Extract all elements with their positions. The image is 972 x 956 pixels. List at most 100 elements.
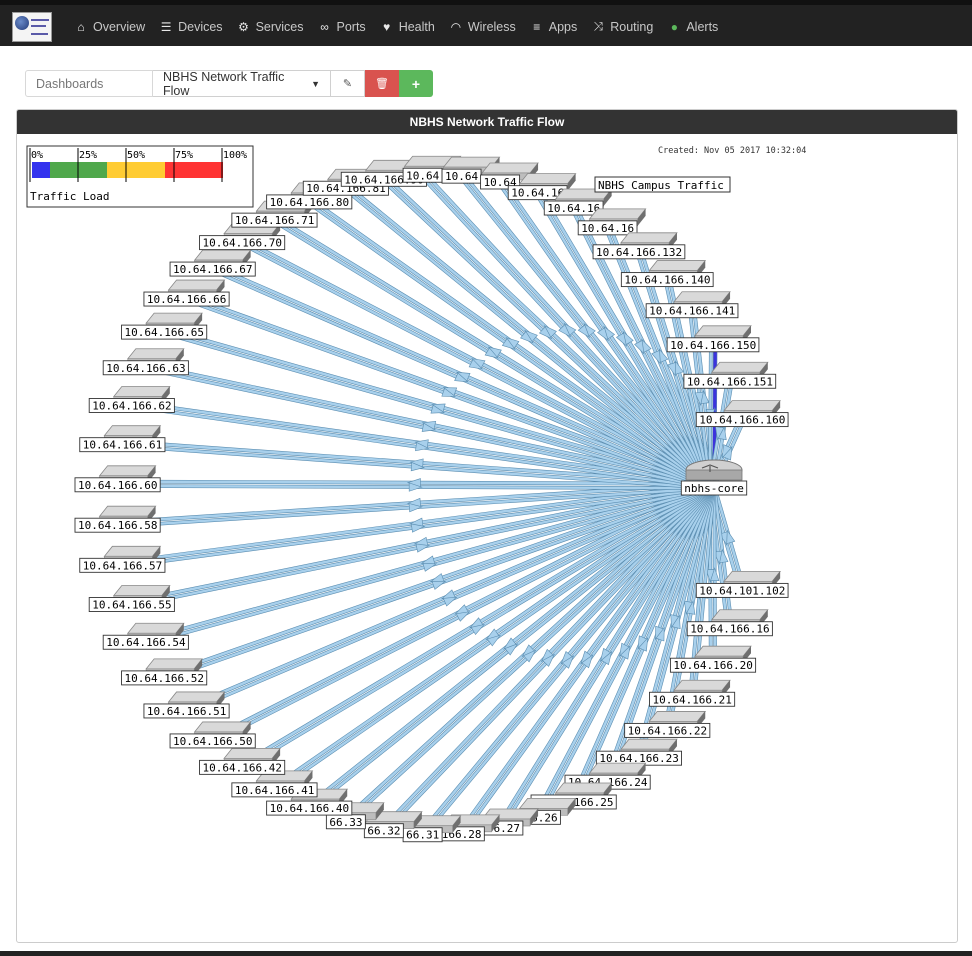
edit-dashboard-button[interactable]: ✎ <box>331 70 365 97</box>
node-label: 10.64 <box>445 170 478 183</box>
traffic-link[interactable] <box>343 184 715 490</box>
nav-routing[interactable]: ⤨ Routing <box>591 19 653 34</box>
widget-panel: NBHS Network Traffic Flow 10.64.101.102 1… <box>16 109 958 943</box>
network-node[interactable]: 10.64.166.140 <box>620 260 714 288</box>
switch-icon <box>673 291 731 303</box>
cogs-icon: ⚙ <box>238 19 249 34</box>
network-node[interactable]: 10.64.166.42 <box>199 747 286 775</box>
node-label: 10.64.166.20 <box>673 659 752 672</box>
network-node[interactable]: 10.64.166.63 <box>102 348 189 376</box>
switch-icon <box>193 721 252 733</box>
network-node[interactable]: 10.64.166.50 <box>169 721 256 749</box>
node-label: 10.64.166.57 <box>83 559 162 572</box>
switch-icon <box>620 232 678 244</box>
node-label: 10.64.166.66 <box>147 293 226 306</box>
traffic-link[interactable] <box>419 171 716 489</box>
network-node[interactable]: 10.64.166.67 <box>169 249 256 277</box>
nav-services[interactable]: ⚙ Services <box>237 19 303 34</box>
switch-icon <box>112 585 171 596</box>
node-label: 10.64.166.63 <box>106 362 185 375</box>
network-node[interactable]: 10.64.166.57 <box>79 545 166 573</box>
created-timestamp: Created: Nov 05 2017 10:32:04 <box>658 146 806 156</box>
switch-icon <box>620 738 678 750</box>
node-label: 66.32 <box>367 825 400 838</box>
node-label: 10.64.166.132 <box>596 246 682 259</box>
switch-icon <box>518 173 577 185</box>
node-label: 10.64.16 <box>581 222 634 235</box>
tasks-icon: ≡ <box>533 19 541 34</box>
network-node[interactable]: 10.64.166.51 <box>143 691 230 719</box>
nav-devices[interactable]: ☰ Devices <box>159 19 223 34</box>
network-node[interactable]: 10.64.166.22 <box>624 711 711 738</box>
network-node[interactable]: 10.64.166.62 <box>88 386 175 413</box>
traffic-legend: 0% 25% 50% 75% 100% Traffic Load <box>26 145 254 208</box>
switch-icon <box>112 386 171 397</box>
switch-icon <box>126 622 185 634</box>
legend-label: Traffic Load <box>30 190 109 203</box>
node-label: 10.64.166.80 <box>270 196 349 209</box>
node-label: 10.64.166.41 <box>235 784 314 797</box>
network-node[interactable]: 10.64.166.65 <box>121 312 208 340</box>
main-nav: ⌂ Overview ☰ Devices ⚙ Services ∞ Ports ♥ Hea… <box>74 19 718 34</box>
network-node[interactable]: 10.64.166.132 <box>592 232 686 260</box>
node-label: 10.64.166.52 <box>125 672 204 685</box>
node-label: 10.64.166.55 <box>92 599 171 612</box>
network-node[interactable]: 10.64.166.52 <box>121 658 208 686</box>
wifi-icon: ◠ <box>450 19 462 34</box>
node-label: 10.64.166.40 <box>270 802 349 815</box>
switch-icon <box>193 249 252 261</box>
nav-apps[interactable]: ≡ Apps <box>530 19 577 34</box>
random-icon: ⤨ <box>593 19 604 33</box>
network-node[interactable]: 10.64.166.23 <box>595 738 683 766</box>
switch-icon <box>673 679 731 691</box>
network-node[interactable]: 10.64.166.61 <box>79 425 166 453</box>
node-label: 10.64.166.151 <box>687 375 773 388</box>
node-label: 10.64.166.65 <box>125 326 204 339</box>
nav-alerts[interactable]: ● Alerts <box>667 19 719 34</box>
switch-icon <box>723 571 781 582</box>
core-label: nbhs-core <box>684 482 744 495</box>
nav-wireless[interactable]: ◠ Wireless <box>449 19 516 34</box>
dashboard-select[interactable]: NBHS Network Traffic Flow ▼ <box>153 70 331 98</box>
delete-dashboard-button[interactable]: 🗑 <box>365 70 399 97</box>
switch-icon <box>103 545 162 557</box>
network-node[interactable]: 10.64.166.141 <box>645 291 739 319</box>
map-title-box: NBHS Campus Traffic <box>594 176 731 193</box>
node-label: 10.64.166.160 <box>699 414 785 427</box>
node-label: 10.64.16 <box>547 202 600 215</box>
legend-tick-label: 50% <box>127 150 145 161</box>
node-label: 10.64.166.61 <box>83 439 162 452</box>
node-label: 10.64 <box>406 169 439 182</box>
trash-icon: 🗑 <box>375 78 389 90</box>
node-label: 10.64.166.62 <box>92 399 171 412</box>
nav-overview[interactable]: ⌂ Overview <box>74 19 145 34</box>
add-dashboard-button[interactable]: + <box>399 70 433 97</box>
weathermap-canvas: 10.64.101.102 10.64.166.16 10.64.166.20 10.… <box>26 145 806 843</box>
switch-icon <box>145 658 203 670</box>
node-label: 66.31 <box>406 829 439 842</box>
core-router[interactable]: nbhs-core <box>680 459 748 496</box>
switch-icon <box>694 645 752 657</box>
server-icon: ☰ <box>160 19 172 34</box>
app-logo[interactable] <box>12 12 52 42</box>
switch-icon <box>588 208 647 220</box>
bottom-strip <box>0 951 972 956</box>
globe-icon <box>15 16 29 30</box>
network-node[interactable]: 10.64.166.16 <box>686 609 773 637</box>
network-node[interactable]: 10.64.166.58 <box>74 505 161 533</box>
node-label: 10.64.166.140 <box>624 274 710 287</box>
network-node[interactable]: 10.64.166.54 <box>102 622 189 650</box>
legend-tick-label: 75% <box>175 150 193 161</box>
dashboards-label: Dashboards <box>25 70 153 97</box>
switch-icon <box>588 762 647 774</box>
edit-icon: ✎ <box>342 78 353 90</box>
network-node[interactable]: 10.64.166.55 <box>88 585 175 612</box>
switch-icon <box>103 425 162 437</box>
nav-ports[interactable]: ∞ Ports <box>318 19 365 34</box>
switch-icon <box>167 279 226 291</box>
network-node[interactable]: 10.64.166.66 <box>143 279 230 307</box>
legend-color-segment <box>32 162 50 178</box>
top-navbar: ⌂ Overview ☰ Devices ⚙ Services ∞ Ports ♥ Hea… <box>0 0 972 46</box>
nav-health[interactable]: ♥ Health <box>380 19 435 34</box>
network-node[interactable]: 10.64.166.60 <box>74 465 161 493</box>
